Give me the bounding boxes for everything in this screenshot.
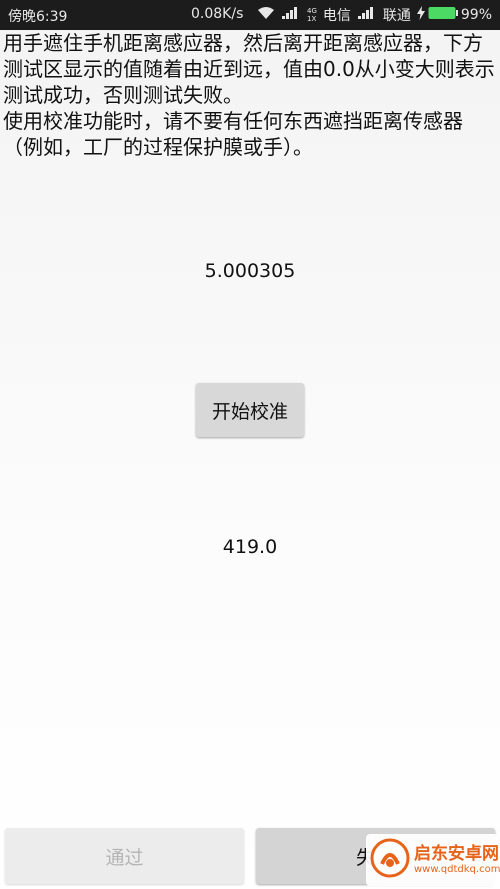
watermark: 启东安卓网 www.qdtdkq.com — [366, 834, 500, 886]
carrier-2: 联通 — [382, 8, 411, 24]
network-type-top: 4G — [306, 7, 317, 15]
raw-sensor-value: 419.0 — [222, 536, 278, 558]
network-type-icon: 4G 1X — [307, 7, 317, 23]
battery-percent: 99% — [460, 7, 492, 23]
status-icons: 4G 1X 电信 联通 99% — [257, 5, 492, 25]
proximity-value: 5.000305 — [204, 260, 296, 282]
watermark-logo-icon — [370, 838, 410, 882]
status-time: 傍晚6:39 — [8, 9, 68, 25]
instruction-paragraph-1: 用手遮住手机距离感应器，然后离开距离感应器，下方测试区显示的值随着由近到远，值由… — [3, 31, 495, 107]
network-speed: 0.08K/s — [191, 6, 244, 22]
battery-group: 99% — [416, 6, 492, 24]
network-type-bottom: 1X — [306, 15, 317, 23]
pass-button[interactable]: 通过 — [5, 828, 244, 884]
charging-icon — [416, 6, 425, 24]
signal-icon — [281, 6, 301, 24]
signal-icon — [357, 6, 377, 24]
watermark-text: 启东安卓网 www.qdtdkq.com — [414, 845, 500, 875]
watermark-url: www.qdtdkq.com — [414, 863, 500, 875]
instructions-text: 用手遮住手机距离感应器，然后离开距离感应器，下方测试区显示的值随着由近到远，值由… — [3, 30, 497, 160]
battery-icon — [428, 6, 458, 24]
instruction-paragraph-2: 使用校准功能时，请不要有任何东西遮挡距离传感器（例如，工厂的过程保护膜或手）。 — [3, 109, 463, 159]
start-calibration-button[interactable]: 开始校准 — [196, 383, 304, 437]
status-bar: 傍晚6:39 0.08K/s 4G 1X 电信 联通 99% — [0, 0, 500, 30]
carrier-1: 电信 — [322, 8, 351, 24]
watermark-name: 启东安卓网 — [414, 844, 499, 865]
wifi-icon — [257, 6, 275, 24]
